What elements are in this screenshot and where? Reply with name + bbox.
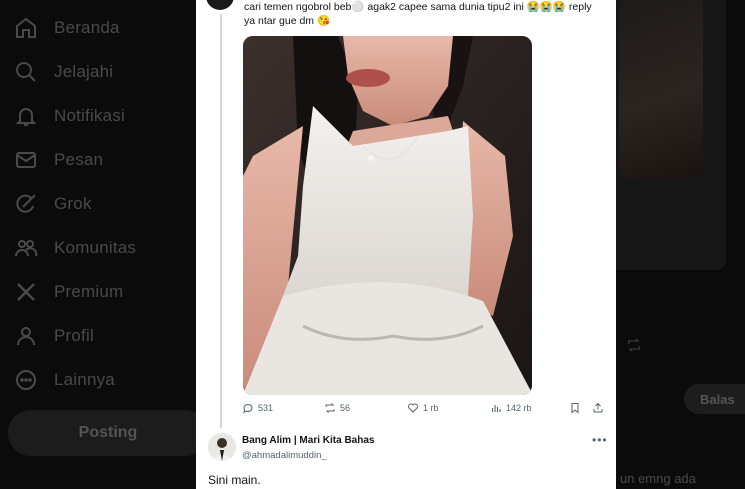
- like-count: 1 rb: [423, 403, 439, 413]
- repost-icon: [325, 403, 335, 413]
- author-avatar[interactable]: [206, 0, 234, 10]
- home-icon: [16, 17, 36, 38]
- x-logo-icon: [17, 283, 35, 301]
- photo-illustration: [243, 36, 532, 395]
- sidebar-item-label: Grok: [54, 194, 92, 213]
- sidebar-item-label: Komunitas: [54, 238, 137, 257]
- reply-handle[interactable]: @ahmadalimuddin_: [242, 450, 327, 461]
- grok-icon: [16, 194, 36, 213]
- sidebar-item-label: Pesan: [54, 150, 104, 169]
- sidebar-item-notifikasi[interactable]: Notifikasi: [14, 101, 125, 131]
- views-chart-icon: [491, 405, 501, 412]
- reply-text: Sini main.: [208, 473, 261, 487]
- sidebar-item-lainnya[interactable]: Lainnya: [14, 365, 115, 395]
- repost-count: 56: [340, 403, 351, 413]
- tweet-text-line1: cari temen ngobrol beb⚪️ agak2 capee sam…: [244, 1, 592, 13]
- reply-button[interactable]: Balas: [684, 384, 745, 414]
- sidebar-item-beranda[interactable]: Beranda: [14, 13, 120, 43]
- bell-icon: [15, 108, 37, 126]
- sidebar-item-label: Profil: [54, 326, 94, 345]
- communities-icon: [15, 240, 38, 257]
- view-count: 142 rb: [506, 403, 532, 413]
- sidebar-item-label: Premium: [54, 282, 124, 301]
- more-circle-icon: [16, 370, 36, 390]
- tweet-text-line2: ya ntar gue dm 😘: [244, 15, 331, 27]
- reply-avatar[interactable]: [208, 433, 236, 461]
- mail-icon: [16, 152, 36, 168]
- reply-count: 531: [258, 403, 274, 413]
- sidebar-item-profil[interactable]: Profil: [14, 321, 94, 351]
- search-icon: [16, 62, 36, 82]
- heart-icon: [408, 403, 418, 413]
- repost-action[interactable]: 56: [324, 402, 350, 414]
- sidebar-item-label: Lainnya: [54, 370, 115, 389]
- reply-avatar-illustration: [208, 433, 236, 461]
- profile-icon: [17, 327, 35, 346]
- thread-line: [220, 14, 222, 428]
- right-tweet-image: [619, 0, 703, 178]
- reply-display-name[interactable]: Bang Alim | Mari Kita Bahas: [242, 435, 374, 446]
- sidebar-item-jelajahi[interactable]: Jelajahi: [14, 57, 113, 87]
- bookmark-icon: [571, 403, 579, 414]
- sidebar-item-grok[interactable]: Grok: [14, 189, 92, 219]
- share-icon: [593, 402, 603, 413]
- more-options-icon[interactable]: •••: [592, 433, 608, 447]
- tweet-text: cari temen ngobrol beb⚪️ agak2 capee sam…: [244, 0, 604, 28]
- sidebar-item-label: Jelajahi: [54, 62, 114, 81]
- bookmark-action[interactable]: [569, 402, 581, 414]
- sidebar-item-premium[interactable]: Premium: [14, 277, 123, 307]
- tweet-photo[interactable]: [243, 36, 532, 395]
- sidebar-item-label: Beranda: [54, 18, 120, 37]
- right-bottom-text: un emng ada: [620, 471, 696, 486]
- tweet-actions: 531 56 1 rb 142 rb: [242, 402, 606, 420]
- repost-icon[interactable]: [626, 338, 642, 355]
- share-action[interactable]: [592, 402, 604, 414]
- sidebar-item-komunitas[interactable]: Komunitas: [14, 233, 136, 263]
- like-action[interactable]: 1 rb: [407, 402, 439, 414]
- post-button[interactable]: Posting: [8, 410, 208, 456]
- reply-action[interactable]: 531: [242, 402, 273, 414]
- tweet-panel: cari temen ngobrol beb⚪️ agak2 capee sam…: [196, 0, 616, 489]
- sidebar-item-label: Notifikasi: [54, 106, 125, 125]
- reply-icon: [243, 403, 253, 414]
- sidebar-item-pesan[interactable]: Pesan: [14, 145, 103, 175]
- views-action[interactable]: 142 rb: [490, 402, 532, 414]
